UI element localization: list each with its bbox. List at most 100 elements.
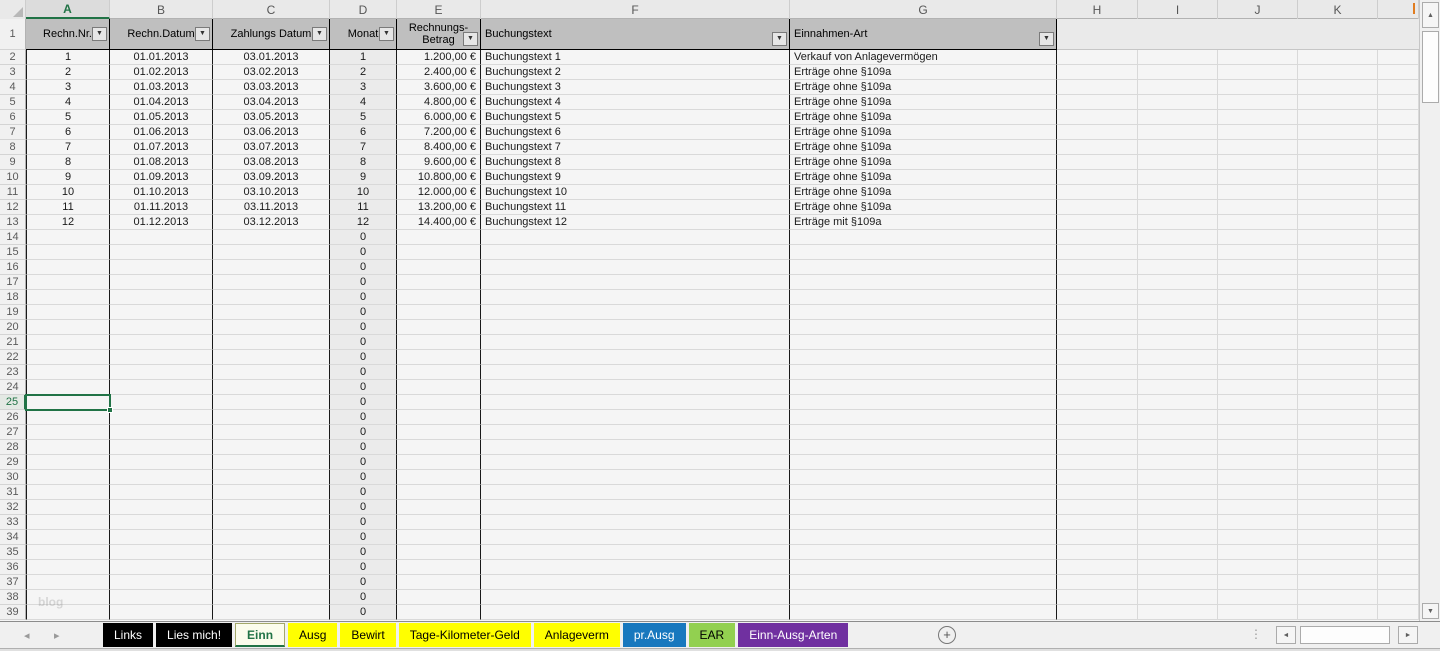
cell-K36[interactable] (1298, 560, 1378, 575)
cell-J5[interactable] (1218, 95, 1298, 110)
cell-J39[interactable] (1218, 605, 1298, 620)
cell-J34[interactable] (1218, 530, 1298, 545)
cell-E39[interactable] (397, 605, 481, 620)
filter-dropdown-icon[interactable]: ▼ (463, 32, 478, 46)
cell-A2[interactable]: 1 (26, 50, 110, 65)
cell-I9[interactable] (1138, 155, 1218, 170)
header-filler[interactable] (1057, 19, 1419, 50)
cell-I33[interactable] (1138, 515, 1218, 530)
cell-C8[interactable]: 03.07.2013 (213, 140, 330, 155)
cell-B12[interactable]: 01.11.2013 (110, 200, 213, 215)
sheet-nav-left-icon[interactable]: ◂ (24, 629, 30, 642)
cell-I2[interactable] (1138, 50, 1218, 65)
cell-A13[interactable]: 12 (26, 215, 110, 230)
filter-header-d[interactable]: Monat▼ (330, 19, 397, 50)
cell-K2[interactable] (1298, 50, 1378, 65)
cell-D31[interactable]: 0 (330, 485, 397, 500)
cell-G4[interactable]: Erträge ohne §109a (790, 80, 1057, 95)
cell-F14[interactable] (481, 230, 790, 245)
row-header-3[interactable]: 3 (0, 65, 26, 80)
cell-D29[interactable]: 0 (330, 455, 397, 470)
cell-E28[interactable] (397, 440, 481, 455)
cell-G38[interactable] (790, 590, 1057, 605)
cell-J6[interactable] (1218, 110, 1298, 125)
cell-G12[interactable]: Erträge ohne §109a (790, 200, 1057, 215)
cell-L19[interactable] (1378, 305, 1419, 320)
cell-A6[interactable]: 5 (26, 110, 110, 125)
cell-F11[interactable]: Buchungstext 10 (481, 185, 790, 200)
cell-H39[interactable] (1057, 605, 1138, 620)
cell-H9[interactable] (1057, 155, 1138, 170)
cell-G5[interactable]: Erträge ohne §109a (790, 95, 1057, 110)
filter-header-f[interactable]: Buchungstext▼ (481, 19, 790, 50)
cell-D6[interactable]: 5 (330, 110, 397, 125)
cell-G14[interactable] (790, 230, 1057, 245)
cell-L18[interactable] (1378, 290, 1419, 305)
cell-D15[interactable]: 0 (330, 245, 397, 260)
cell-J2[interactable] (1218, 50, 1298, 65)
cell-F23[interactable] (481, 365, 790, 380)
cell-G33[interactable] (790, 515, 1057, 530)
cell-K7[interactable] (1298, 125, 1378, 140)
cell-A3[interactable]: 2 (26, 65, 110, 80)
cell-K30[interactable] (1298, 470, 1378, 485)
cell-L31[interactable] (1378, 485, 1419, 500)
cell-C3[interactable]: 03.02.2013 (213, 65, 330, 80)
cell-C19[interactable] (213, 305, 330, 320)
cell-A10[interactable]: 9 (26, 170, 110, 185)
cell-H31[interactable] (1057, 485, 1138, 500)
cell-D21[interactable]: 0 (330, 335, 397, 350)
cell-L33[interactable] (1378, 515, 1419, 530)
cell-G19[interactable] (790, 305, 1057, 320)
cell-I8[interactable] (1138, 140, 1218, 155)
cell-A24[interactable] (26, 380, 110, 395)
cell-B39[interactable] (110, 605, 213, 620)
cell-A20[interactable] (26, 320, 110, 335)
cell-L38[interactable] (1378, 590, 1419, 605)
cell-I6[interactable] (1138, 110, 1218, 125)
cell-F9[interactable]: Buchungstext 8 (481, 155, 790, 170)
cell-A23[interactable] (26, 365, 110, 380)
cell-C9[interactable]: 03.08.2013 (213, 155, 330, 170)
cell-I3[interactable] (1138, 65, 1218, 80)
cell-I22[interactable] (1138, 350, 1218, 365)
row-header-28[interactable]: 28 (0, 440, 26, 455)
column-header-F[interactable]: F (481, 0, 790, 19)
row-header-1[interactable]: 1 (0, 19, 26, 50)
cell-F15[interactable] (481, 245, 790, 260)
cell-K35[interactable] (1298, 545, 1378, 560)
cell-L17[interactable] (1378, 275, 1419, 290)
cell-A9[interactable]: 8 (26, 155, 110, 170)
row-header-21[interactable]: 21 (0, 335, 26, 350)
cell-C28[interactable] (213, 440, 330, 455)
cell-L32[interactable] (1378, 500, 1419, 515)
cell-H32[interactable] (1057, 500, 1138, 515)
cell-L2[interactable] (1378, 50, 1419, 65)
cell-B31[interactable] (110, 485, 213, 500)
cell-G7[interactable]: Erträge ohne §109a (790, 125, 1057, 140)
cell-I11[interactable] (1138, 185, 1218, 200)
cell-A4[interactable]: 3 (26, 80, 110, 95)
cell-D7[interactable]: 6 (330, 125, 397, 140)
cell-L29[interactable] (1378, 455, 1419, 470)
cell-I28[interactable] (1138, 440, 1218, 455)
vertical-scrollbar[interactable]: ▲ ▼ (1419, 0, 1440, 621)
cell-K13[interactable] (1298, 215, 1378, 230)
cell-E19[interactable] (397, 305, 481, 320)
cell-J30[interactable] (1218, 470, 1298, 485)
cell-H21[interactable] (1057, 335, 1138, 350)
cell-E3[interactable]: 2.400,00 € (397, 65, 481, 80)
cell-B9[interactable]: 01.08.2013 (110, 155, 213, 170)
cell-F12[interactable]: Buchungstext 11 (481, 200, 790, 215)
cell-J10[interactable] (1218, 170, 1298, 185)
row-header-38[interactable]: 38 (0, 590, 26, 605)
cell-E9[interactable]: 9.600,00 € (397, 155, 481, 170)
cell-A14[interactable] (26, 230, 110, 245)
cell-H17[interactable] (1057, 275, 1138, 290)
row-header-37[interactable]: 37 (0, 575, 26, 590)
cell-B30[interactable] (110, 470, 213, 485)
row-header-27[interactable]: 27 (0, 425, 26, 440)
cell-D24[interactable]: 0 (330, 380, 397, 395)
cell-J35[interactable] (1218, 545, 1298, 560)
cell-C11[interactable]: 03.10.2013 (213, 185, 330, 200)
